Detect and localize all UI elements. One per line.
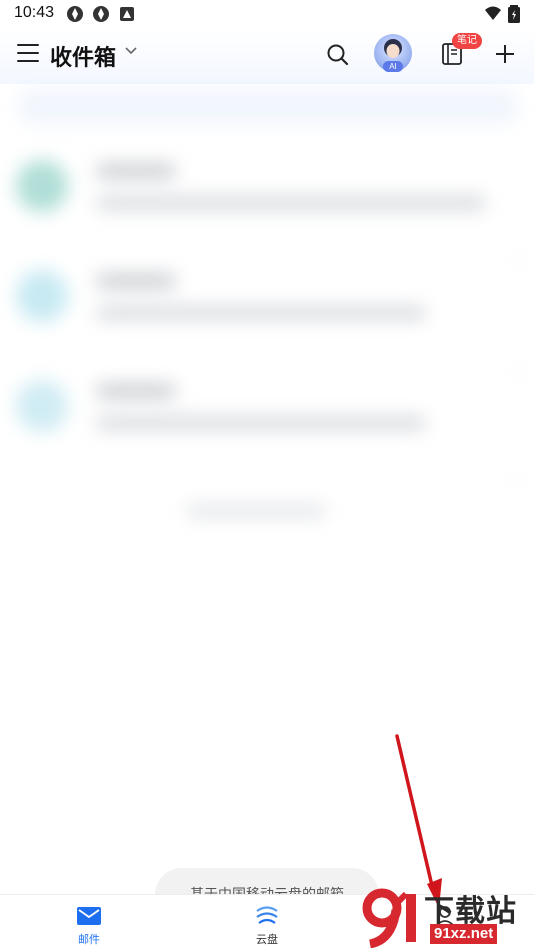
blurred-banner [18,88,518,124]
battery-icon [508,5,520,23]
avatar [16,160,68,212]
status-bar: 10:43 [0,0,534,28]
watermark-url: 91xz.net [430,924,498,944]
header: 收件箱 AI 笔记 [0,28,534,84]
notes-badge: 笔记 [452,33,482,49]
add-icon[interactable] [494,43,516,65]
cloud-drive-icon [256,906,278,924]
nav-item-mail[interactable]: 邮件 [58,895,120,951]
sync-icon [67,6,83,22]
mail-list-blurred [0,84,534,544]
status-time: 10:43 [14,4,55,21]
wifi-icon [485,6,501,20]
nav-label-mail: 邮件 [78,933,100,946]
app-notification-icon [120,7,134,21]
avatar [16,270,68,322]
ai-badge: AI [383,61,403,72]
watermark: 下载站 91xz.net [362,884,534,950]
chevron-down-icon[interactable] [124,44,138,58]
mail-icon [77,907,101,925]
sync-icon-2 [93,6,109,22]
page-title[interactable]: 收件箱 [50,40,116,72]
menu-icon[interactable] [17,44,39,64]
nav-label-cloud-drive: 云盘 [256,933,278,946]
nav-item-cloud-drive[interactable]: 云盘 [236,895,298,951]
list-item [0,244,534,371]
search-icon[interactable] [326,43,350,67]
avatar [16,380,68,432]
list-item [0,354,534,481]
list-item [0,134,534,259]
watermark-logo-icon [362,888,416,948]
